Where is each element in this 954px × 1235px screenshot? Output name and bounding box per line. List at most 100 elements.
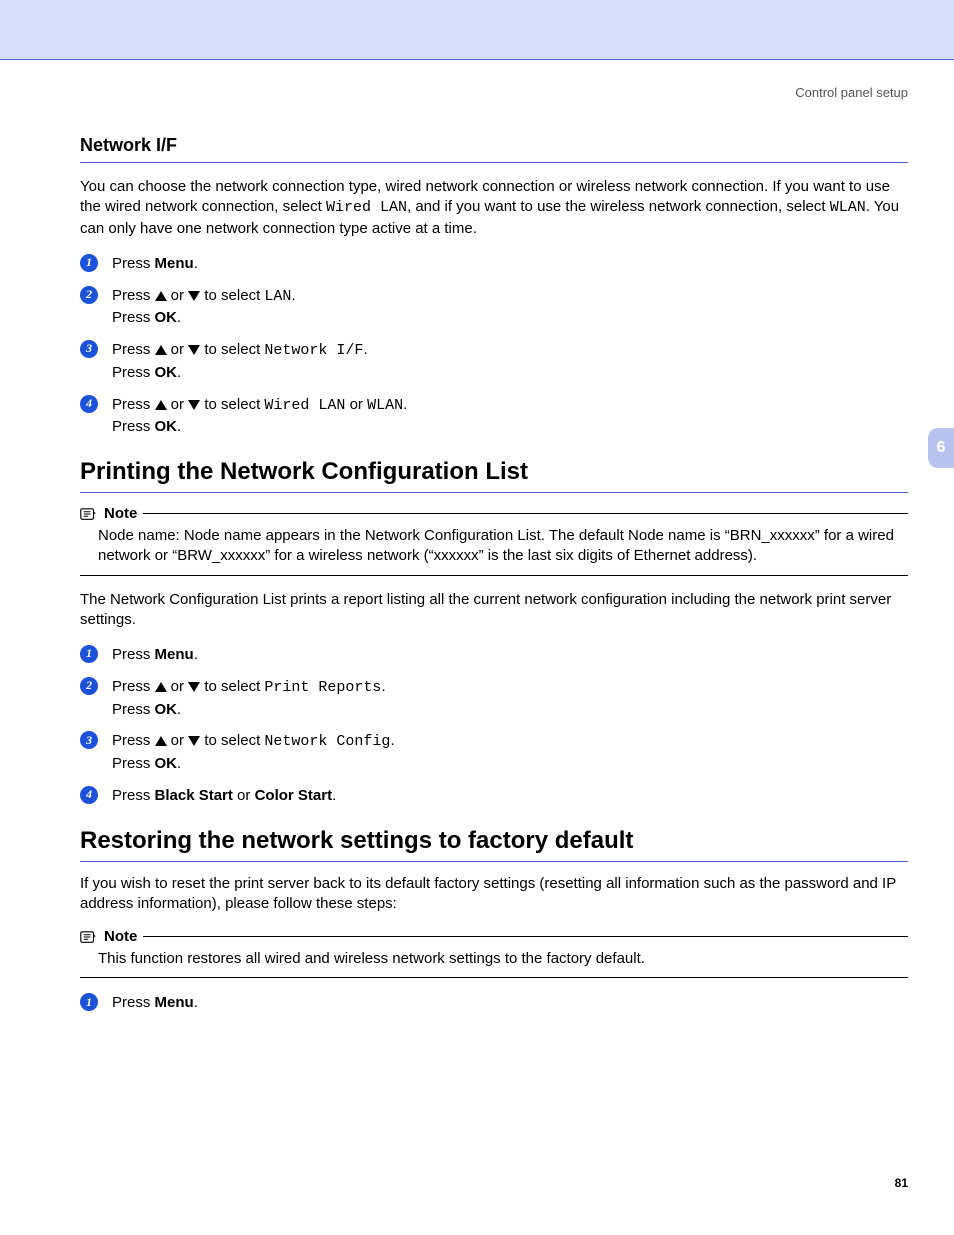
arrow-up-icon: [155, 400, 167, 410]
section3-steps: 1 Press Menu.: [80, 992, 908, 1014]
arrow-up-icon: [155, 345, 167, 355]
text: Press: [112, 787, 155, 804]
text: or: [167, 396, 189, 413]
bold-text: OK: [155, 701, 178, 718]
bold-text: OK: [155, 309, 178, 326]
step: 2 Press or to select LAN. Press OK.: [80, 285, 908, 330]
text: to select: [200, 287, 264, 304]
text: Press: [112, 341, 155, 358]
heading-text: Printing the Network Configuration List: [80, 458, 528, 486]
section-title-text: Network I/F: [80, 135, 177, 156]
step: 1 Press Menu.: [80, 644, 908, 666]
bold-text: OK: [155, 418, 178, 435]
mono-text: Wired LAN: [264, 397, 345, 414]
text: Press: [112, 646, 155, 663]
text: or: [345, 396, 367, 413]
text: to select: [200, 396, 264, 413]
heading-restore-factory: Restoring the network settings to factor…: [80, 827, 908, 862]
arrow-down-icon: [188, 682, 200, 692]
step-number-icon: 4: [80, 395, 98, 413]
text: Press: [112, 701, 155, 718]
section3-intro: If you wish to reset the print server ba…: [80, 874, 908, 915]
step: 4 Press Black Start or Color Start.: [80, 785, 908, 807]
bold-text: Color Start: [255, 787, 333, 804]
mono-text: LAN: [264, 288, 291, 305]
page-number: 81: [895, 1176, 908, 1190]
text: Press: [112, 732, 155, 749]
note-rule: [143, 513, 908, 514]
text: .: [363, 341, 367, 358]
section-id: 6: [898, 463, 908, 484]
running-header: Control panel setup: [80, 85, 908, 100]
heading-printing-config-list: Printing the Network Configuration List …: [80, 458, 908, 493]
text: Press: [112, 287, 155, 304]
arrow-down-icon: [188, 736, 200, 746]
text: or: [233, 787, 255, 804]
section-title-network-if: Network I/F 6: [80, 135, 908, 163]
text: Press: [112, 364, 155, 381]
step: 1 Press Menu.: [80, 992, 908, 1014]
section2-steps: 1 Press Menu. 2 Press or to select Print…: [80, 644, 908, 807]
note-header: Note: [80, 928, 908, 945]
arrow-down-icon: [188, 345, 200, 355]
text: .: [332, 787, 336, 804]
text: .: [177, 418, 181, 435]
note-block: Note Node name: Node name appears in the…: [80, 505, 908, 576]
step: 1 Press Menu.: [80, 253, 908, 275]
note-label: Note: [104, 505, 137, 522]
step-number-icon: 2: [80, 286, 98, 304]
arrow-down-icon: [188, 400, 200, 410]
bold-text: OK: [155, 755, 178, 772]
text: .: [177, 755, 181, 772]
section-id: 6: [898, 135, 908, 156]
text: to select: [200, 341, 264, 358]
step-number-icon: 4: [80, 786, 98, 804]
text: or: [167, 732, 189, 749]
mono-text: Print Reports: [264, 679, 381, 696]
step: 2 Press or to select Print Reports. Pres…: [80, 676, 908, 721]
text: Press: [112, 396, 155, 413]
text: .: [177, 364, 181, 381]
arrow-down-icon: [188, 291, 200, 301]
section-id: 6: [898, 832, 908, 853]
text: to select: [200, 732, 264, 749]
note-label: Note: [104, 928, 137, 945]
top-band: [0, 0, 954, 60]
note-header: Note: [80, 505, 908, 522]
text: or: [167, 678, 189, 695]
note-pencil-icon: [80, 506, 98, 522]
section2-intro: The Network Configuration List prints a …: [80, 590, 908, 631]
step: 3 Press or to select Network I/F. Press …: [80, 339, 908, 384]
section1-intro: You can choose the network connection ty…: [80, 177, 908, 239]
text: .: [403, 396, 407, 413]
arrow-up-icon: [155, 291, 167, 301]
step-number-icon: 1: [80, 254, 98, 272]
step-number-icon: 1: [80, 993, 98, 1011]
text: .: [291, 287, 295, 304]
text: or: [167, 341, 189, 358]
note-body: This function restores all wired and wir…: [80, 947, 908, 978]
mono-text: Network I/F: [264, 342, 363, 359]
step-number-icon: 3: [80, 340, 98, 358]
text: Press: [112, 994, 155, 1011]
text: .: [194, 255, 198, 272]
heading-text: Restoring the network settings to factor…: [80, 827, 633, 855]
mono-text: Network Config: [264, 733, 390, 750]
text: Press: [112, 309, 155, 326]
text: Press: [112, 755, 155, 772]
text: to select: [200, 678, 264, 695]
arrow-up-icon: [155, 682, 167, 692]
text: .: [194, 646, 198, 663]
text: .: [177, 701, 181, 718]
mono-text: WLAN: [830, 199, 866, 216]
section1-steps: 1 Press Menu. 2 Press or to select LAN. …: [80, 253, 908, 438]
step: 4 Press or to select Wired LAN or WLAN. …: [80, 394, 908, 439]
note-body: Node name: Node name appears in the Netw…: [80, 524, 908, 576]
step-number-icon: 3: [80, 731, 98, 749]
arrow-up-icon: [155, 736, 167, 746]
text: or: [167, 287, 189, 304]
note-pencil-icon: [80, 929, 98, 945]
bold-text: OK: [155, 364, 178, 381]
step-number-icon: 2: [80, 677, 98, 695]
note-block: Note This function restores all wired an…: [80, 928, 908, 978]
